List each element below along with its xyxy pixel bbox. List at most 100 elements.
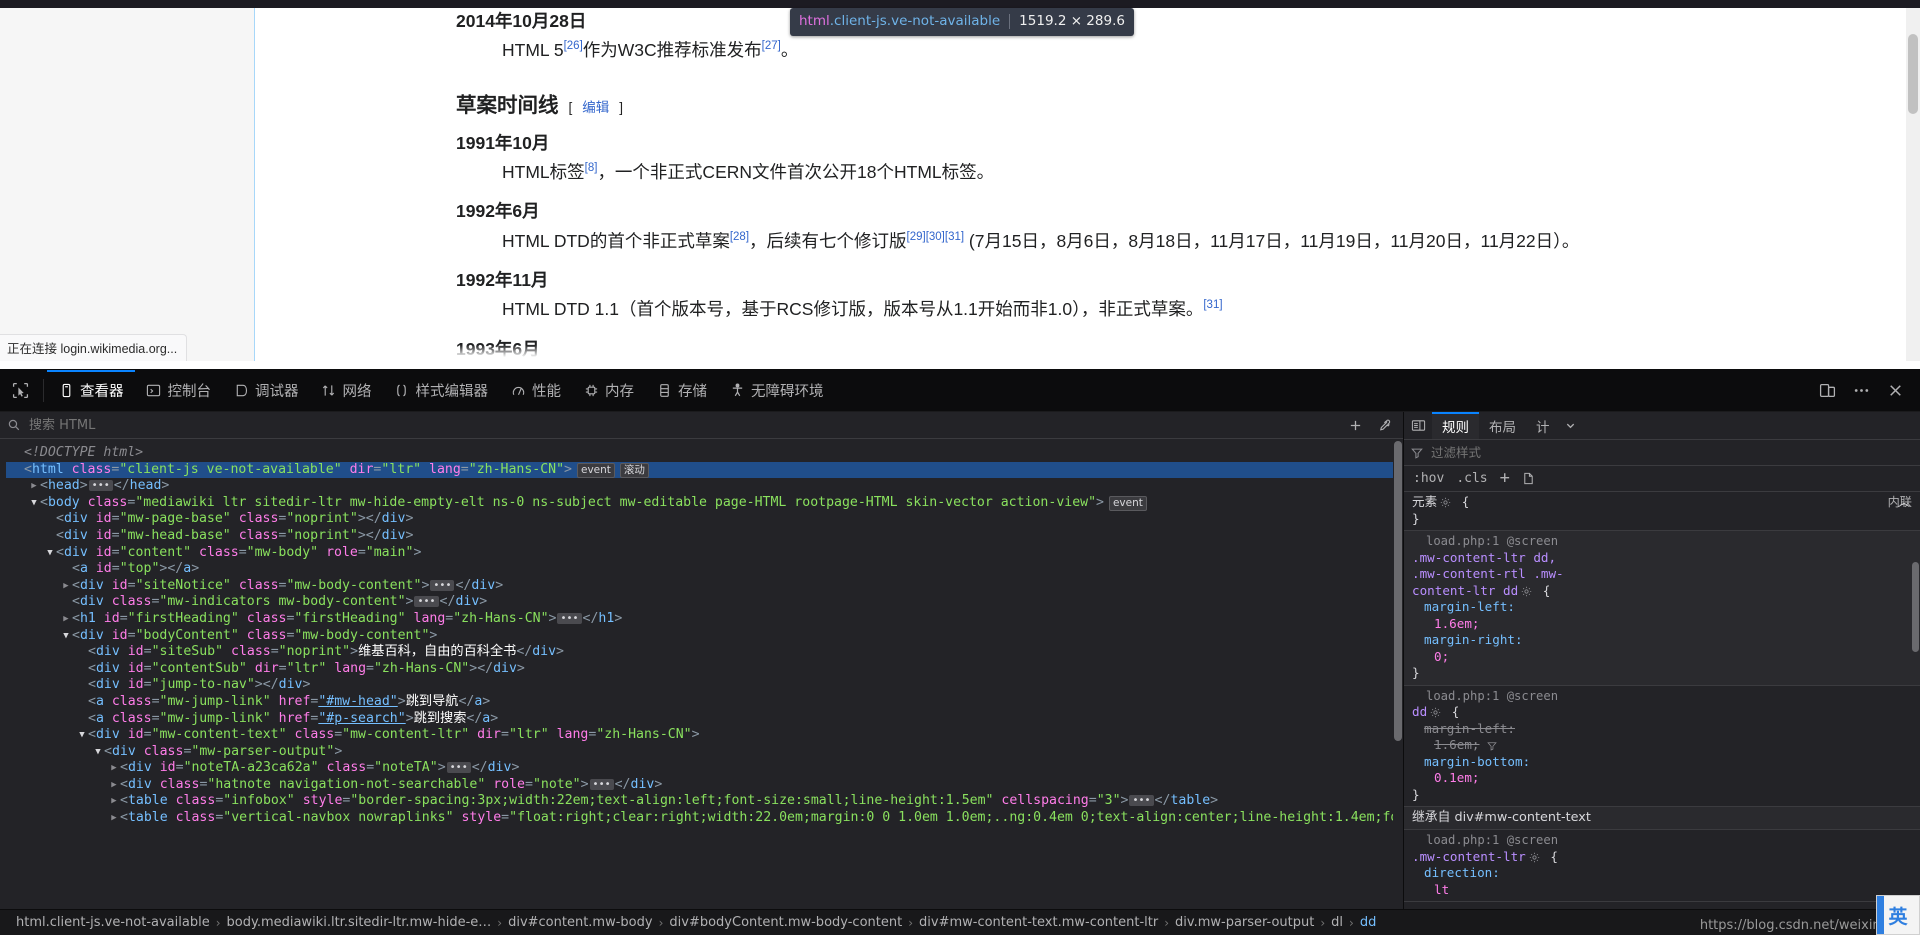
breadcrumb-item[interactable]: div#mw-content-text.mw-content-ltr [913,915,1164,930]
node-badge[interactable]: 滚动 [619,462,649,478]
markup-node[interactable]: ▼ <div id="content" class="mw-body" role=… [6,545,1403,562]
markup-node[interactable]: ▼ <div id="bodyContent" class="mw-body-co… [6,628,1403,645]
tab-debugger[interactable]: 调试器 [222,370,310,411]
css-selector-line[interactable]: .mw-content-ltr { [1412,849,1912,866]
twisty-expanded-icon[interactable]: ▼ [60,628,72,645]
tab-storage[interactable]: 存储 [645,370,718,411]
markup-node[interactable]: ▶ <div id="siteNotice" class="mw-body-con… [6,578,1403,595]
markup-node[interactable]: ▶ <h1 id="firstHeading" class="firstHeadi… [6,611,1403,628]
breadcrumb-item[interactable]: dl [1325,915,1349,930]
rules-tab-rules[interactable]: 规则 [1432,412,1479,439]
tab-memory[interactable]: 内存 [572,370,645,411]
twisty-collapsed-icon[interactable]: ▶ [60,611,72,628]
markup-node-selected[interactable]: <html class = "client-js ve-not-available"… [6,461,1403,479]
add-node-icon[interactable] [1344,414,1366,436]
twisty-collapsed-icon[interactable]: ▶ [28,478,40,495]
markup-node[interactable]: ▶ <table class="infobox" style="border-sp… [6,793,1403,810]
css-selector-line[interactable]: .mw-content-rtl .mw- [1412,566,1912,583]
page-scrollbar-thumb[interactable] [1908,34,1918,114]
css-selector-line[interactable]: dd { [1412,704,1912,721]
expand-children-icon[interactable]: ••• [430,579,455,591]
print-styles-icon[interactable] [1522,472,1535,485]
tab-network[interactable]: 网络 [310,370,383,411]
markup-node[interactable]: ▶ <div id="noteTA-a23ca62a" class="noteTA… [6,760,1403,777]
markup-node[interactable]: <div id="jump-to-nav"></div> [6,677,1403,694]
markup-search-input[interactable] [27,416,1337,434]
markup-node[interactable]: ▼ <div id="mw-content-text" class="mw-con… [6,727,1403,744]
rules-tab-layout[interactable]: 布局 [1479,412,1526,439]
node-badge[interactable]: event [1108,495,1147,511]
wiki-ref[interactable]: [27] [762,40,781,52]
markup-node[interactable]: <div id="mw-page-base" class="noprint"><… [6,511,1403,528]
add-new-rule-button[interactable]: + [1500,470,1510,487]
breadcrumb-item[interactable]: dd [1354,915,1383,930]
markup-node[interactable]: <div class="mw-indicators mw-body-conten… [6,594,1403,611]
breadcrumb-item[interactable]: body.mediawiki.ltr.sitedir-ltr.mw-hide-e… [221,915,498,930]
rules-filter-input[interactable] [1429,444,1913,461]
wiki-ref[interactable]: [28] [730,231,749,243]
twisty-expanded-icon[interactable]: ▼ [92,744,104,761]
markup-node[interactable]: ▼ <div class="mw-parser-output"> [6,744,1403,761]
rules-tab-computed[interactable]: 计 [1526,412,1560,439]
devtools-meatball-menu-icon[interactable] [1846,376,1876,406]
rules-scrollbar[interactable] [1911,492,1920,909]
responsive-design-mode-icon[interactable] [1812,376,1842,406]
css-rule-source[interactable]: load.php:1 @screen [1412,832,1912,849]
chevron-up-icon[interactable]: ︿ [1898,494,1910,511]
class-toggle[interactable]: .cls [1456,471,1487,486]
css-declaration[interactable]: margin-right: 0; [1412,632,1912,665]
eyedropper-icon[interactable] [1373,414,1395,436]
markup-scrollbar-thumb[interactable] [1394,441,1402,741]
tab-style-editor[interactable]: 样式编辑器 [383,370,500,411]
css-rule-block[interactable]: load.php:1 @screen dd {margin-left: 1.6em;… [1404,686,1920,807]
markup-node[interactable]: ▶ <table class = "vertical-navbox nowraplin… [6,810,1403,827]
markup-scrollbar[interactable] [1393,439,1403,909]
breadcrumb-item[interactable]: html.client-js.ve-not-available [10,915,216,930]
markup-node[interactable]: ▼ <body class="mediawiki ltr sitedir-ltr … [6,495,1403,512]
css-rule-block[interactable]: 元素 {内联} ︿ [1404,492,1920,531]
wiki-ref[interactable]: [26] [564,40,583,52]
markup-node[interactable]: ▶ <div class="hatnote navigation-not-sear… [6,777,1403,794]
css-selector[interactable]: 元素 {内联 [1412,494,1912,511]
markup-node[interactable]: <a class="mw-jump-link" href="#p-search"… [6,711,1403,728]
expand-children-icon[interactable]: ••• [1129,795,1154,807]
expand-children-icon[interactable]: ••• [414,596,439,608]
tab-inspector[interactable]: 查看器 [47,370,135,411]
tab-performance[interactable]: 性能 [499,370,572,411]
css-declaration[interactable]: direction: lt [1412,865,1912,898]
breadcrumb-item[interactable]: div#content.mw-body [502,915,659,930]
markup-node[interactable]: <a id="top"></a> [6,561,1403,578]
markup-node[interactable]: <div id="contentSub" dir="ltr" lang="zh-… [6,661,1403,678]
css-declaration[interactable]: margin-bottom: 0.1em; [1412,754,1912,787]
css-selector-line[interactable]: content-ltr dd { [1412,583,1912,600]
node-badge[interactable]: event [576,462,615,478]
markup-node[interactable]: <div id="mw-head-base" class="noprint"><… [6,528,1403,545]
twisty-collapsed-icon[interactable]: ▶ [60,578,72,595]
breadcrumb-item[interactable]: div#bodyContent.mw-body-content [663,915,908,930]
twisty-collapsed-icon[interactable]: ▶ [108,810,120,827]
wiki-ref[interactable]: [29][30][31] [907,231,965,243]
ime-indicator[interactable]: 英 [1876,895,1920,935]
css-rule-source[interactable]: load.php:1 @screen [1412,533,1912,550]
breadcrumb-item[interactable]: div.mw-parser-output [1169,915,1320,930]
css-rule-block[interactable]: load.php:1 @screen .mw-content-ltr dd, .mw… [1404,531,1920,686]
wiki-ref[interactable]: [31] [1203,299,1222,311]
tab-accessibility[interactable]: 无障碍环境 [718,370,835,411]
tab-console[interactable]: 控制台 [135,370,223,411]
section-edit-link[interactable]: 编辑 [582,96,609,116]
expand-children-icon[interactable]: ••• [88,480,113,492]
close-devtools-icon[interactable] [1880,376,1910,406]
markup-node[interactable]: <div id="siteSub" class="noprint">维基百科，自… [6,644,1403,661]
twisty-collapsed-icon[interactable]: ▶ [108,793,120,810]
css-declaration[interactable]: margin-left: 1.6em; [1412,599,1912,632]
rules-scrollbar-thumb[interactable] [1912,562,1919,652]
expand-children-icon[interactable]: ••• [446,762,471,774]
css-declaration[interactable]: margin-left: 1.6em; [1412,721,1912,754]
css-rule-block[interactable]: load.php:1 @screen .mw-content-ltr {direc… [1404,830,1920,902]
twisty-expanded-icon[interactable]: ▼ [28,495,40,512]
twisty-expanded-icon[interactable]: ▼ [76,727,88,744]
expand-children-icon[interactable]: ••• [589,778,614,790]
markup-node[interactable]: ▶ <head> ••• </head> [6,478,1403,495]
chevron-down-icon[interactable] [1560,412,1582,439]
wiki-ref[interactable]: [8] [585,162,598,174]
